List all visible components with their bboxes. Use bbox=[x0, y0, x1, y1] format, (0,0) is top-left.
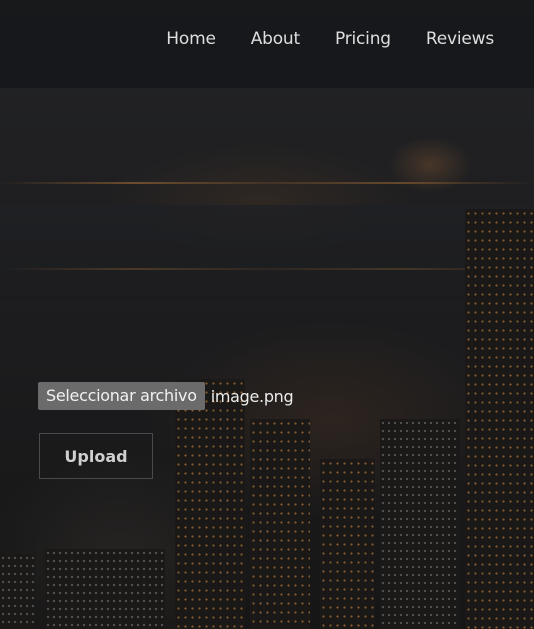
building bbox=[465, 209, 534, 629]
building bbox=[250, 419, 310, 629]
shoreline-lights bbox=[0, 268, 534, 270]
background-cityscape bbox=[0, 0, 534, 629]
building bbox=[45, 549, 165, 629]
nav-pricing-link[interactable]: Pricing bbox=[335, 29, 391, 50]
shoreline-lights bbox=[0, 182, 534, 184]
building bbox=[0, 554, 35, 629]
building bbox=[380, 419, 460, 629]
building bbox=[175, 379, 245, 629]
file-input: Seleccionar archivo image.png bbox=[38, 382, 294, 410]
nav-about-link[interactable]: About bbox=[251, 29, 300, 50]
main-nav: Home About Pricing Reviews bbox=[166, 29, 494, 50]
building bbox=[320, 459, 375, 629]
choose-file-button[interactable]: Seleccionar archivo bbox=[38, 382, 205, 410]
selected-file-name: image.png bbox=[210, 386, 294, 406]
nav-home-link[interactable]: Home bbox=[166, 29, 216, 50]
harbor-water bbox=[0, 205, 534, 300]
header-bar: Home About Pricing Reviews bbox=[0, 0, 534, 88]
nav-reviews-link[interactable]: Reviews bbox=[426, 29, 494, 50]
upload-button[interactable]: Upload bbox=[39, 433, 153, 479]
